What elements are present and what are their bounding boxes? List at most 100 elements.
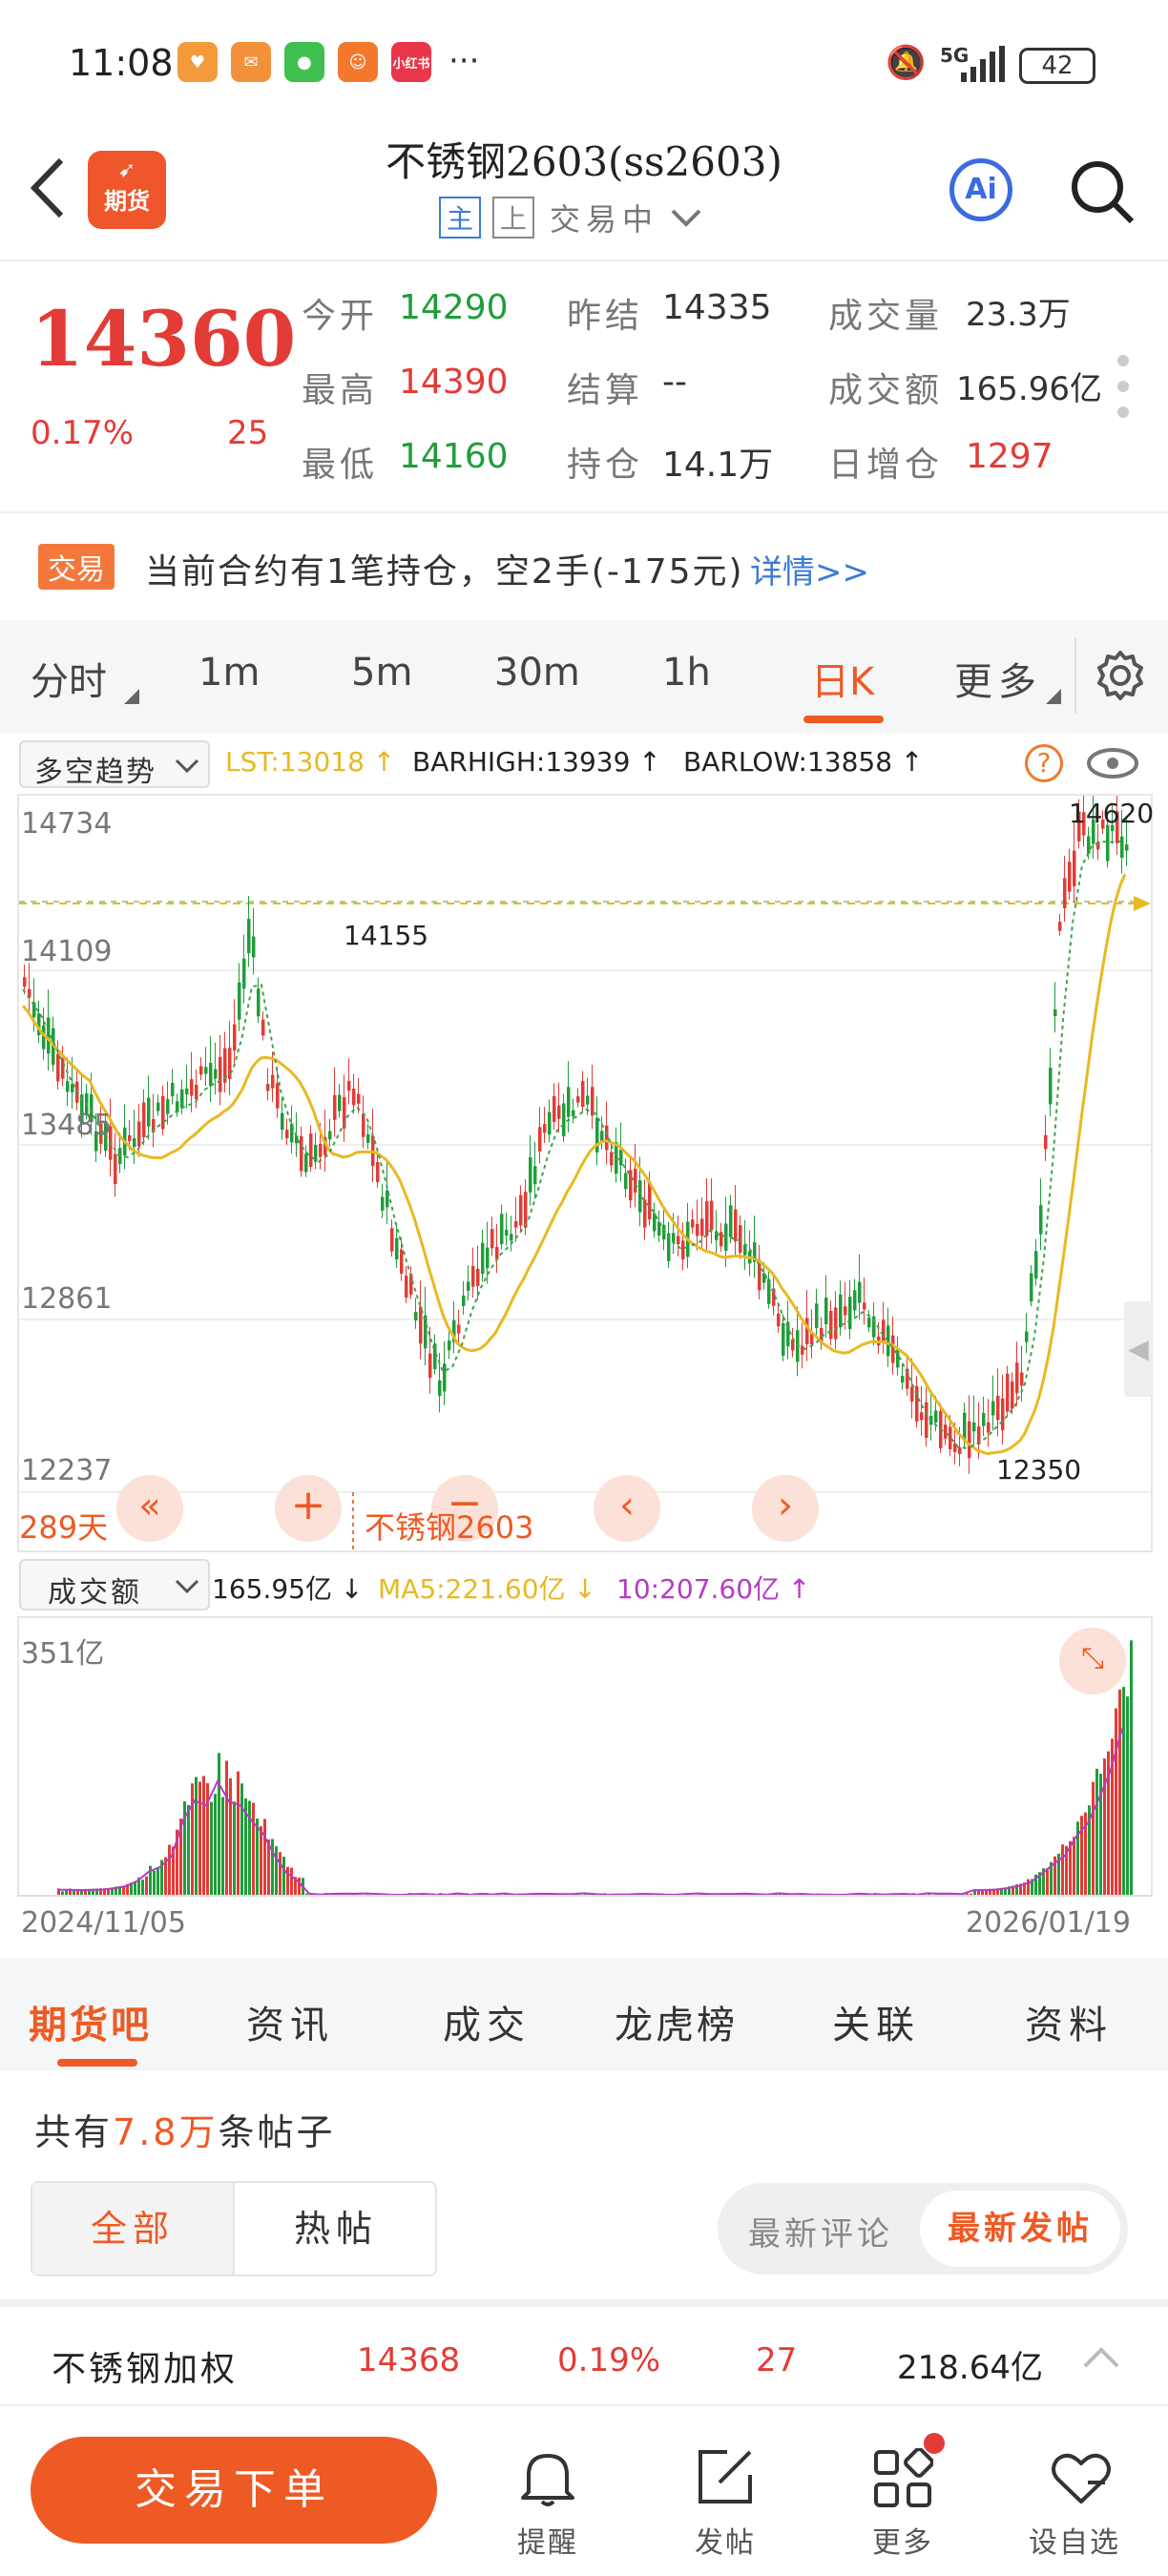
volume-bar bbox=[263, 1818, 266, 1895]
grid-more-icon[interactable] bbox=[872, 2448, 933, 2509]
subtitle[interactable]: 主 上 交易中 bbox=[439, 195, 702, 240]
volume-bar bbox=[260, 1826, 262, 1895]
candle bbox=[572, 1110, 575, 1117]
filter-hot[interactable]: 热帖 bbox=[237, 2183, 435, 2275]
corner-triangle-icon bbox=[1046, 689, 1061, 704]
candle bbox=[180, 1089, 184, 1109]
y-label: 14109 bbox=[21, 935, 113, 968]
sort-toggle: 最新评论 最新发帖 bbox=[718, 2183, 1128, 2275]
volume-bar bbox=[286, 1866, 289, 1895]
ma10-value: 10:207.60亿 ↑ bbox=[616, 1573, 811, 1605]
help-icon[interactable]: ? bbox=[1025, 744, 1063, 782]
place-order-button[interactable]: 交易下单 bbox=[31, 2437, 437, 2544]
post-label[interactable]: 发帖 bbox=[695, 2519, 756, 2561]
indicator-name: 多空趋势 bbox=[34, 756, 156, 789]
edit-post-icon[interactable] bbox=[695, 2446, 756, 2507]
candle bbox=[481, 1242, 485, 1275]
trade-notice[interactable]: 交易 当前合约有1笔持仓，空2手(-175元) 详情>> bbox=[0, 513, 1168, 620]
tab-related[interactable]: 关联 bbox=[832, 1994, 920, 2049]
volume-bar bbox=[195, 1776, 198, 1895]
candle bbox=[443, 1363, 447, 1392]
candle bbox=[147, 1097, 151, 1127]
kline-chart[interactable]: 14734 14109 13485 12861 12237 14620 1415… bbox=[17, 794, 1154, 1552]
candle bbox=[171, 1083, 175, 1096]
candle bbox=[576, 1096, 580, 1103]
settings-icon[interactable] bbox=[1094, 649, 1147, 702]
volume-bar bbox=[237, 1771, 240, 1895]
tab-5m[interactable]: 5m bbox=[351, 651, 412, 695]
candle bbox=[543, 1124, 547, 1133]
heart-plus-icon[interactable] bbox=[1050, 2448, 1113, 2507]
sort-latest-post[interactable]: 最新发帖 bbox=[920, 2191, 1120, 2267]
remind-label[interactable]: 提醒 bbox=[517, 2519, 578, 2561]
candle bbox=[1044, 1134, 1048, 1150]
candle bbox=[538, 1127, 542, 1152]
eye-icon[interactable] bbox=[1086, 746, 1139, 780]
candle bbox=[209, 1063, 213, 1087]
volume-chart[interactable]: 351亿 ⤡ bbox=[17, 1616, 1153, 1897]
gridlines bbox=[19, 969, 1151, 1493]
candle bbox=[987, 1422, 991, 1433]
tab-1m[interactable]: 1m bbox=[198, 651, 260, 695]
details-link[interactable]: 详情>> bbox=[750, 546, 869, 592]
tab-more[interactable]: 更多 bbox=[954, 651, 1042, 706]
candle bbox=[624, 1173, 628, 1190]
watchlist-label[interactable]: 设自选 bbox=[1029, 2519, 1120, 2561]
tab-rankings[interactable]: 龙虎榜 bbox=[615, 1994, 738, 2049]
expand-button[interactable]: ⤡ bbox=[1059, 1628, 1126, 1694]
candle bbox=[605, 1125, 609, 1151]
chart-tabs: 分时 1m 5m 30m 1h 日K 更多 bbox=[0, 620, 1168, 733]
volume-value: 165.95亿 ↓ bbox=[212, 1573, 364, 1605]
collapse-side-handle[interactable]: ◀ bbox=[1124, 1301, 1153, 1397]
filter-all[interactable]: 全部 bbox=[32, 2183, 235, 2275]
sort-latest-comment[interactable]: 最新评论 bbox=[748, 2208, 893, 2254]
indicator-selector[interactable]: 多空趋势 bbox=[19, 740, 210, 789]
tab-profile[interactable]: 资料 bbox=[1025, 1994, 1113, 2049]
candle bbox=[839, 1294, 843, 1328]
more-label[interactable]: 更多 bbox=[872, 2519, 933, 2561]
zoom-in-button[interactable]: + bbox=[275, 1475, 342, 1542]
tab-30m[interactable]: 30m bbox=[494, 651, 580, 695]
candle bbox=[615, 1142, 618, 1174]
kline-canvas bbox=[19, 796, 1151, 1550]
volume-bar bbox=[1061, 1844, 1064, 1895]
volume-canvas bbox=[56, 1640, 1133, 1897]
tab-futures-bar[interactable]: 期货吧 bbox=[29, 1994, 152, 2049]
post-count: 共有7.8万条帖子 bbox=[34, 2103, 335, 2155]
candle bbox=[1006, 1373, 1010, 1412]
candle bbox=[333, 1094, 337, 1120]
candle bbox=[448, 1340, 451, 1351]
low-annotation: 12350 bbox=[996, 1454, 1082, 1485]
next-button[interactable]: › bbox=[752, 1475, 819, 1542]
candle bbox=[285, 1130, 289, 1139]
bell-icon[interactable] bbox=[519, 2448, 576, 2509]
search-icon[interactable] bbox=[1069, 158, 1137, 227]
ma10-line bbox=[56, 1728, 1123, 1897]
volume-value: 23.3万 bbox=[966, 296, 1071, 334]
y-label: 12861 bbox=[21, 1282, 113, 1316]
rewind-button[interactable]: « bbox=[116, 1475, 183, 1542]
tab-daily-k[interactable]: 日K bbox=[811, 651, 874, 706]
candle bbox=[1053, 1008, 1057, 1017]
weighted-quote-bar[interactable]: 不锈钢加权 14368 0.19% 27 218.64亿 bbox=[0, 2299, 1168, 2406]
candle bbox=[405, 1276, 408, 1298]
volume-bar bbox=[1092, 1781, 1095, 1895]
more-vertical-icon[interactable] bbox=[1113, 353, 1134, 420]
low-label: 最低 bbox=[302, 446, 379, 485]
candle bbox=[142, 1102, 146, 1137]
candle bbox=[586, 1095, 590, 1105]
candle bbox=[1125, 844, 1129, 851]
chevron-up-icon[interactable] bbox=[1082, 2345, 1120, 2370]
tab-1h[interactable]: 1h bbox=[662, 651, 711, 695]
volume-selector[interactable]: 成交额 bbox=[19, 1559, 210, 1610]
tab-trades[interactable]: 成交 bbox=[443, 1994, 531, 2049]
candle bbox=[844, 1306, 847, 1316]
tab-timeshare[interactable]: 分时 bbox=[31, 651, 107, 706]
volume-bar bbox=[233, 1801, 236, 1895]
weighted-name: 不锈钢加权 bbox=[52, 2350, 239, 2389]
y-label: 13485 bbox=[21, 1109, 113, 1142]
prev-button[interactable]: ‹ bbox=[594, 1475, 660, 1542]
volume-bar bbox=[1073, 1837, 1075, 1895]
ai-button[interactable]: Ai bbox=[949, 158, 1012, 221]
tab-news[interactable]: 资讯 bbox=[246, 1994, 334, 2049]
